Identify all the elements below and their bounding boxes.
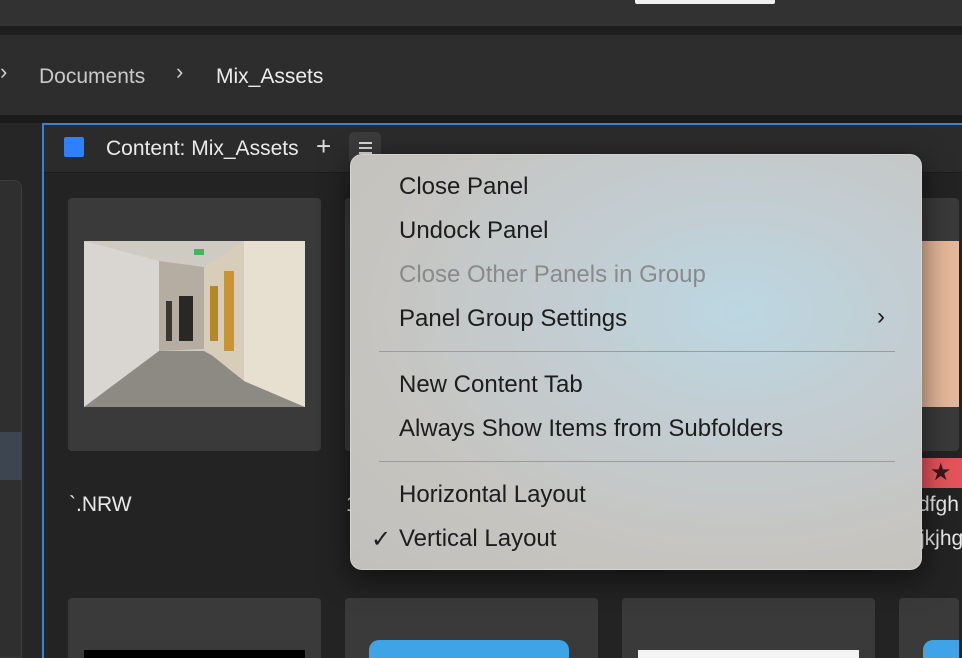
star-icon: ★ (930, 459, 952, 486)
top-bar (0, 0, 962, 26)
thumbnail-card[interactable] (68, 198, 321, 451)
dark-thumbnail (84, 650, 305, 658)
menu-divider (379, 461, 895, 462)
folder-icon (923, 640, 959, 658)
active-tab-indicator (635, 0, 775, 4)
thumbnail-label: dfgh (918, 493, 959, 516)
menu-item-undock-panel[interactable]: Undock Panel (399, 217, 548, 245)
breadcrumb-separator: › (0, 59, 8, 84)
menu-item-close-panel[interactable]: Close Panel (399, 173, 528, 201)
menu-divider (379, 351, 895, 352)
panel-title[interactable]: Content: Mix_Assets (106, 137, 299, 161)
menu-item-always-show-subfolders[interactable]: Always Show Items from Subfolders (399, 415, 783, 443)
breadcrumb: › Documents › Mix_Assets (0, 35, 962, 115)
thumbnail-card[interactable] (622, 598, 875, 658)
menu-item-close-other-panels: Close Other Panels in Group (399, 261, 706, 288)
breadcrumb-divider (0, 115, 962, 123)
folders-list[interactable] (0, 180, 22, 658)
breadcrumb-item-documents[interactable]: Documents (39, 65, 145, 89)
menu-item-panel-group-settings[interactable]: Panel Group Settings (399, 305, 627, 333)
breadcrumb-separator: › (176, 59, 184, 84)
hallway-photo (84, 241, 305, 407)
chevron-right-icon: › (877, 303, 885, 330)
folder-icon (369, 640, 569, 658)
portrait-photo (921, 241, 959, 407)
menu-item-horizontal-layout[interactable]: Horizontal Layout (399, 481, 586, 509)
checkmark-icon: ✓ (371, 526, 392, 553)
folders-selected-row[interactable] (0, 432, 22, 480)
top-divider (0, 26, 962, 35)
thumbnail-label: `.NRW (69, 493, 132, 516)
breadcrumb-item-mix-assets[interactable]: Mix_Assets (216, 65, 323, 89)
rating-badge: ★ (916, 458, 962, 488)
add-tab-button[interactable]: + (316, 131, 331, 162)
menu-item-new-content-tab[interactable]: New Content Tab (399, 371, 583, 399)
folders-panel (0, 123, 42, 658)
panel-color-square (64, 137, 84, 157)
image-thumbnail (638, 650, 859, 658)
thumbnail-card[interactable] (345, 598, 598, 658)
menu-icon (359, 142, 372, 144)
panel-context-menu: Close Panel Undock Panel Close Other Pan… (350, 154, 922, 570)
thumbnail-card[interactable] (899, 598, 959, 658)
thumbnail-card[interactable] (68, 598, 321, 658)
thumbnail-label: jkjhg (920, 527, 962, 550)
menu-icon (359, 147, 372, 149)
menu-item-vertical-layout[interactable]: Vertical Layout (399, 525, 556, 553)
